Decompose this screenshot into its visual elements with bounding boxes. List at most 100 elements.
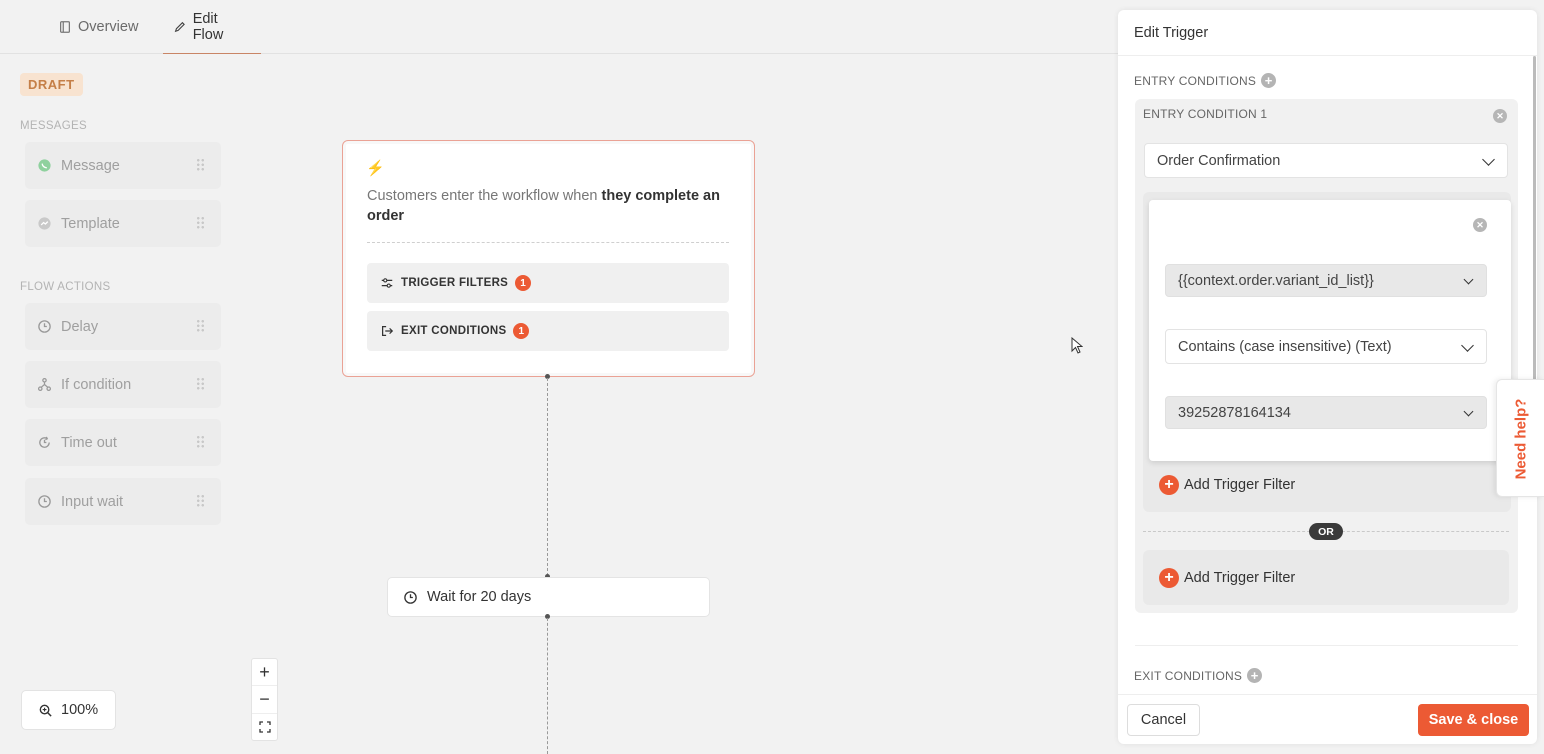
flow-actions-section-label: FLOW ACTIONS [20,281,111,293]
panel-scrollbar[interactable] [1533,56,1536,431]
exit-conditions-count: 1 [513,323,530,339]
panel-title: Edit Trigger [1134,25,1209,41]
zoom-level-button[interactable]: 100% [21,690,116,730]
messenger-icon [38,217,51,230]
plus-icon: + [1159,475,1179,495]
sliders-icon [381,278,393,288]
exit-conditions-label: EXIT CONDITIONS [401,325,507,337]
entry-condition-1-label: ENTRY CONDITION 1 [1143,107,1268,121]
palette-item-message[interactable]: Message [25,142,221,189]
zoom-icon [39,704,52,717]
trigger-filters-count: 1 [515,275,532,291]
messages-section-label: MESSAGES [20,120,87,132]
palette-item-label: If condition [61,376,132,393]
event-select[interactable]: Order Confirmation [1144,143,1508,178]
filter-field-select[interactable]: {{context.order.variant_id_list}} [1165,264,1487,297]
drag-handle-icon[interactable] [196,435,205,449]
clock-icon [38,320,51,333]
branch-icon [37,377,52,392]
trigger-filter-card: ✕ {{context.order.variant_id_list}} Cont… [1149,200,1511,461]
remove-entry-condition-icon[interactable]: ✕ [1493,109,1507,123]
divider [1135,645,1518,646]
divider [1118,55,1537,56]
top-tabs: Overview Edit Flow [0,0,1118,54]
trigger-filters-row[interactable]: TRIGGER FILTERS 1 [367,263,729,303]
or-badge: OR [1309,523,1343,540]
add-trigger-filter-label: Add Trigger Filter [1184,570,1296,586]
palette-item-template[interactable]: Template [25,200,221,247]
add-entry-condition-icon[interactable]: + [1261,73,1277,88]
chevron-down-icon [1482,153,1495,166]
tab-edit-flow-label: Edit Flow [192,10,224,43]
exit-conditions-header: EXIT CONDITIONS + [1134,668,1263,683]
trigger-filters-label: TRIGGER FILTERS [401,277,509,289]
drag-handle-icon[interactable] [196,216,205,230]
clock-icon [38,495,51,508]
exit-conditions-label: EXIT CONDITIONS [1134,668,1243,683]
divider [367,242,729,243]
event-select-value: Order Confirmation [1157,152,1281,169]
need-help-label: Need help? [1512,398,1530,480]
palette-item-input-wait[interactable]: Input wait [25,478,221,525]
need-help-tab[interactable]: Need help? [1496,379,1544,497]
palette-item-label: Delay [61,318,99,335]
tab-overview[interactable]: Overview [48,0,148,54]
zoom-in-button[interactable]: + [252,659,277,687]
filter-value: 39252878164134 [1178,404,1291,421]
lightning-icon: ⚡ [366,160,385,177]
add-trigger-filter-button[interactable]: + Add Trigger Filter [1159,568,1295,588]
chevron-down-icon [1463,406,1474,417]
cancel-button[interactable]: Cancel [1127,704,1200,736]
palette-item-if-condition[interactable]: If condition [25,361,221,408]
wait-node[interactable]: Wait for 20 days [387,577,710,617]
trigger-description: Customers enter the workflow when they c… [367,186,727,226]
palette-item-delay[interactable]: Delay [25,303,221,350]
connector-line [547,618,548,754]
filter-field-value: {{context.order.variant_id_list}} [1178,272,1374,289]
fit-view-icon [258,721,271,733]
drag-handle-icon[interactable] [196,494,205,508]
edit-trigger-panel: Edit Trigger ENTRY CONDITIONS + ENTRY CO… [1118,10,1537,744]
exit-icon [382,326,394,336]
remove-filter-icon[interactable]: ✕ [1473,218,1487,232]
drag-handle-icon[interactable] [196,319,205,333]
clock-icon [404,590,417,604]
connector-line [547,378,548,576]
fit-view-button[interactable] [252,714,277,740]
entry-conditions-header: ENTRY CONDITIONS + [1134,73,1277,88]
add-exit-condition-icon[interactable]: + [1247,668,1263,683]
whatsapp-icon [38,159,51,172]
palette-item-label: Message [61,157,120,174]
drag-handle-icon[interactable] [196,158,205,172]
add-trigger-filter-label: Add Trigger Filter [1184,477,1296,493]
book-icon [60,21,70,33]
tab-overview-label: Overview [78,19,139,35]
palette-item-label: Time out [61,434,117,451]
chevron-down-icon [1461,339,1474,352]
palette-item-label: Template [61,215,120,232]
exit-conditions-row[interactable]: EXIT CONDITIONS 1 [367,311,729,351]
plus-icon: + [1159,568,1179,588]
filter-operator-value: Contains (case insensitive) (Text) [1178,338,1392,355]
filter-value-select[interactable]: 39252878164134 [1165,396,1487,429]
entry-conditions-label: ENTRY CONDITIONS [1134,73,1257,88]
or-filter-group: + Add Trigger Filter [1143,550,1509,605]
zoom-out-button[interactable]: − [252,686,277,714]
trigger-node[interactable]: ⚡ Customers enter the workflow when they… [342,140,755,377]
status-badge: DRAFT [20,73,83,96]
zoom-controls: + − [251,658,278,741]
tab-edit-flow[interactable]: Edit Flow [163,0,261,54]
palette-item-time-out[interactable]: Time out [25,419,221,466]
drag-handle-icon[interactable] [196,377,205,391]
mouse-cursor-icon [1071,337,1083,354]
chevron-down-icon [1463,274,1474,285]
filter-operator-select[interactable]: Contains (case insensitive) (Text) [1165,329,1487,364]
pencil-icon [174,21,185,32]
wait-node-label: Wait for 20 days [427,589,532,605]
palette-item-label: Input wait [61,493,124,510]
save-close-button[interactable]: Save & close [1418,704,1529,736]
trigger-description-text: Customers enter the workflow when [367,188,602,204]
add-trigger-filter-button[interactable]: + Add Trigger Filter [1159,475,1295,495]
divider [1118,694,1537,695]
entry-condition-1: ENTRY CONDITION 1 ✕ Order Confirmation ✕… [1135,99,1518,613]
